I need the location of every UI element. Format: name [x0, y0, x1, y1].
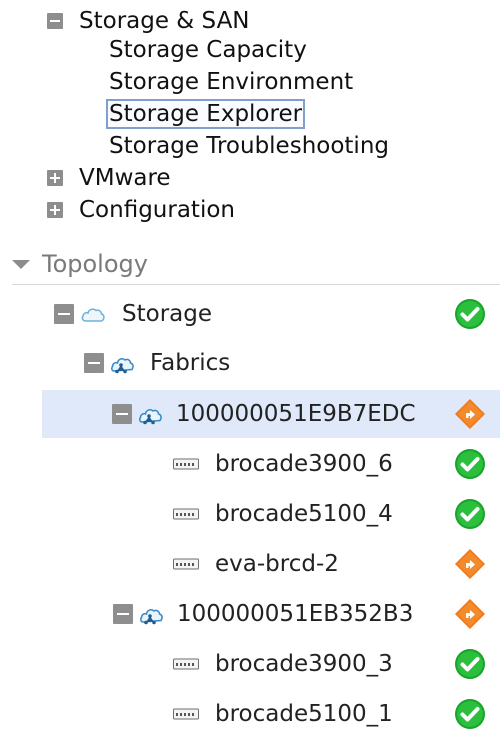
nav-vmware-label[interactable]: VMware	[79, 165, 171, 191]
nav-vmware[interactable]: VMware	[47, 162, 171, 194]
tree-node-switch[interactable]: brocade3900_3	[0, 640, 500, 688]
tree-node-fabrics[interactable]: Fabrics	[0, 339, 500, 387]
status-ok-icon	[454, 698, 486, 730]
status-warning-icon	[454, 598, 486, 630]
tree-node-switch[interactable]: brocade5100_1	[0, 690, 500, 738]
tree-node-switch[interactable]: eva-brcd-2	[0, 540, 500, 588]
nav-configuration-label[interactable]: Configuration	[79, 197, 235, 223]
status-ok-icon	[454, 648, 486, 680]
fabric-icon	[139, 603, 165, 625]
switch-icon	[173, 458, 199, 470]
caret-down-icon[interactable]	[12, 259, 30, 269]
status-ok-icon	[454, 498, 486, 530]
tree-node-label: brocade3900_6	[215, 451, 393, 477]
status-ok-icon	[454, 298, 486, 330]
divider	[12, 284, 500, 285]
switch-icon	[173, 508, 199, 520]
nav-item-label[interactable]: Storage Capacity	[109, 37, 307, 63]
cloud-icon	[80, 304, 106, 324]
nav-item-label[interactable]: Storage Troubleshooting	[109, 133, 389, 159]
collapse-icon[interactable]	[47, 13, 63, 29]
topology-title: Topology	[42, 250, 148, 278]
tree-node-switch[interactable]: brocade5100_4	[0, 490, 500, 538]
nav-configuration[interactable]: Configuration	[47, 194, 235, 226]
tree-node-label: brocade5100_1	[215, 701, 393, 727]
topology-section-header[interactable]: Topology	[0, 246, 148, 282]
tree-node-storage[interactable]: Storage	[0, 290, 500, 338]
nav-item-label[interactable]: Storage Environment	[109, 69, 353, 95]
switch-icon	[173, 658, 199, 670]
tree-node-switch[interactable]: brocade3900_6	[0, 440, 500, 488]
status-ok-icon	[454, 448, 486, 480]
tree-node-label: 100000051E9B7EDC	[176, 401, 416, 427]
tree-node-fabric[interactable]: 100000051E9B7EDC	[42, 390, 500, 438]
collapse-icon[interactable]	[54, 304, 74, 324]
switch-icon	[173, 708, 199, 720]
status-warning-icon	[454, 398, 486, 430]
fabric-icon	[110, 352, 136, 374]
nav-storage-san-label[interactable]: Storage & SAN	[79, 8, 250, 34]
nav-storage-san[interactable]: Storage & SAN	[47, 5, 250, 37]
switch-icon	[173, 558, 199, 570]
nav-item-label-selected[interactable]: Storage Explorer	[105, 99, 306, 129]
tree-node-label: Storage	[122, 301, 212, 327]
tree-node-label: 100000051EB352B3	[177, 601, 414, 627]
nav-item-storage-capacity[interactable]: Storage Capacity	[109, 34, 307, 66]
collapse-icon[interactable]	[113, 604, 133, 624]
nav-item-storage-troubleshooting[interactable]: Storage Troubleshooting	[109, 130, 389, 162]
nav-item-storage-explorer[interactable]: Storage Explorer	[105, 98, 306, 130]
tree-node-label: eva-brcd-2	[215, 551, 339, 577]
collapse-icon[interactable]	[84, 353, 104, 373]
tree-node-label: brocade5100_4	[215, 501, 393, 527]
fabric-icon	[138, 403, 164, 425]
tree-node-label: brocade3900_3	[215, 651, 393, 677]
tree-node-label: Fabrics	[150, 350, 231, 376]
expand-icon[interactable]	[47, 202, 63, 218]
expand-icon[interactable]	[47, 170, 63, 186]
nav-item-storage-environment[interactable]: Storage Environment	[109, 66, 353, 98]
status-warning-icon	[454, 548, 486, 580]
tree-node-fabric[interactable]: 100000051EB352B3	[0, 590, 500, 638]
collapse-icon[interactable]	[112, 404, 132, 424]
